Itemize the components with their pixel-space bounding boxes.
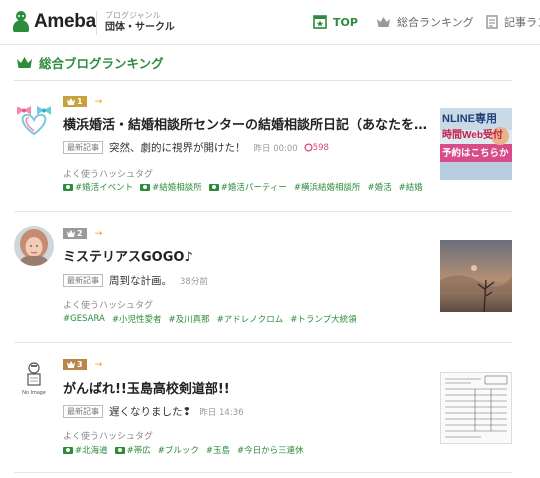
no-image-icon: No Image: [22, 362, 46, 396]
blog-avatar[interactable]: [14, 226, 54, 266]
crown-icon: [67, 230, 75, 237]
hashtag[interactable]: #結婚: [399, 181, 423, 193]
genre-name: 団体・サークル: [105, 22, 175, 33]
divider: [14, 211, 512, 212]
heart-icon: [304, 143, 313, 152]
crown-icon: [67, 98, 75, 105]
hashtag[interactable]: #今日から三連休: [237, 444, 304, 456]
latest-article-time: 昨日 00:00: [253, 143, 298, 154]
blog-avatar[interactable]: No Image: [14, 357, 54, 397]
genre-block[interactable]: ブログジャンル 団体・サークル: [96, 11, 175, 35]
document-icon: [486, 15, 498, 29]
hashtag[interactable]: #帯広: [114, 444, 151, 456]
hashtag-label: よく使うハッシュタグ: [63, 432, 154, 442]
hashtag[interactable]: #トランプ大統領: [290, 313, 356, 325]
latest-article-title: 突然、劇的に視界が開けた！: [109, 142, 246, 154]
likes-count: 598: [304, 143, 329, 153]
thumb-text-2: 時間Web受付: [442, 128, 503, 141]
camera-icon: [63, 183, 73, 191]
rank-badge: 1: [63, 96, 87, 107]
hashtag-list: #GESARA #小児性愛者 #及川真那 #アドレノクロム #トランプ大統領: [63, 313, 364, 325]
rank-row: 2 →: [63, 228, 102, 239]
profile-photo: [14, 226, 54, 266]
latest-article[interactable]: 最新記事 突然、劇的に視界が開けた！ 昨日 00:00 598: [63, 140, 329, 155]
camera-icon: [63, 446, 73, 454]
home-icon: [313, 15, 327, 29]
ameba-pig-icon: [12, 11, 30, 33]
rank-number: 2: [77, 229, 83, 238]
rank-number: 3: [77, 360, 83, 369]
nav-top[interactable]: TOP: [313, 0, 358, 44]
section-title-text: 総合ブログランキング: [39, 56, 164, 71]
blog-title[interactable]: がんばれ!!玉島高校剣道部!!: [63, 378, 431, 397]
divider: [14, 472, 512, 473]
no-image-caption: No Image: [22, 390, 46, 396]
hashtag[interactable]: #小児性愛者: [112, 313, 162, 325]
hashtag[interactable]: #GESARA: [63, 313, 105, 325]
ameba-logo[interactable]: Ameba: [12, 11, 96, 33]
hashtag-label: よく使うハッシュタグ: [63, 170, 154, 180]
genre-label: ブログジャンル: [105, 11, 161, 20]
hashtag[interactable]: #婚活パーティー: [208, 181, 287, 193]
blog-title[interactable]: ミステリアスGOGO♪: [63, 246, 431, 265]
latest-article-title: 遅くなりました❢: [109, 406, 192, 418]
blog-avatar[interactable]: [14, 98, 54, 138]
hashtag[interactable]: #及川真那: [168, 313, 209, 325]
rank-number: 1: [77, 97, 83, 106]
hashtag[interactable]: #玉島: [206, 444, 230, 456]
hashtag[interactable]: #アドレノクロム: [217, 313, 284, 325]
wedding-logo-icon: [17, 106, 51, 136]
divider: [14, 342, 512, 343]
hashtag[interactable]: #北海道: [63, 444, 108, 456]
divider: [14, 80, 512, 81]
hashtag-list: #婚活イベント #結婚相談所 #婚活パーティー #横浜結婚相談所 #婚活 #結婚: [63, 181, 430, 193]
likes-value: 598: [312, 142, 329, 153]
hashtag[interactable]: #ブルック: [158, 444, 199, 456]
nav-overall-ranking-label: 総合ランキング: [397, 16, 474, 29]
crown-icon: [377, 17, 390, 27]
blog-title[interactable]: 横浜婚活・結婚相談所センターの結婚相談所日記（あなたを幸…: [63, 114, 431, 133]
article-thumbnail[interactable]: [440, 240, 512, 312]
latest-article[interactable]: 最新記事 周到な計画。 38分前: [63, 273, 208, 288]
trend-arrow: →: [94, 96, 103, 107]
rank-row: 3 →: [63, 359, 102, 370]
crown-icon: [17, 56, 32, 68]
latest-tag: 最新記事: [63, 141, 103, 154]
trend-arrow: →: [94, 359, 103, 370]
rank-row: 1 →: [63, 96, 102, 107]
crown-icon: [67, 361, 75, 368]
latest-tag: 最新記事: [63, 405, 103, 418]
logo-text: Ameba: [34, 11, 96, 32]
latest-tag: 最新記事: [63, 274, 103, 287]
latest-article[interactable]: 最新記事 遅くなりました❢ 昨日 14:36: [63, 404, 244, 419]
sky-photo: [440, 240, 512, 312]
hashtag[interactable]: #結婚相談所: [140, 181, 202, 193]
nav-overall-ranking[interactable]: 総合ランキング: [376, 0, 474, 44]
nav-article-ranking-label: 記事ラン: [504, 16, 540, 29]
site-header: Ameba ブログジャンル 団体・サークル TOP 総合ランキング 記事ラン: [0, 0, 540, 45]
nav-article-ranking[interactable]: 記事ラン: [486, 0, 540, 44]
thumbnail-image: NLINE専用 時間Web受付 予約はこちらか: [440, 108, 512, 180]
nav-top-label: TOP: [333, 15, 358, 29]
rank-badge: 2: [63, 228, 87, 239]
hashtag[interactable]: #横浜結婚相談所: [294, 181, 361, 193]
hashtag-label: よく使うハッシュタグ: [63, 301, 154, 311]
latest-article-title: 周到な計画。: [109, 275, 172, 287]
thumb-text-1: NLINE専用: [442, 111, 497, 125]
trend-arrow: →: [94, 228, 103, 239]
camera-icon: [114, 446, 125, 454]
rank-badge: 3: [63, 359, 87, 370]
hashtag[interactable]: #婚活イベント: [63, 181, 133, 193]
hashtag[interactable]: #婚活: [368, 181, 392, 193]
hashtag-list: #北海道 #帯広 #ブルック #玉島 #今日から三連休: [63, 444, 311, 456]
article-thumbnail[interactable]: NLINE専用 時間Web受付 予約はこちらか: [440, 108, 512, 180]
camera-icon: [140, 183, 151, 191]
camera-icon: [208, 183, 219, 191]
latest-article-time: 38分前: [180, 276, 208, 287]
document-scan-image: [441, 373, 511, 443]
thumb-text-3: 予約はこちらか: [442, 147, 509, 159]
latest-article-time: 昨日 14:36: [199, 407, 244, 418]
article-thumbnail[interactable]: [440, 372, 512, 444]
section-title: 総合ブログランキング: [16, 53, 164, 72]
